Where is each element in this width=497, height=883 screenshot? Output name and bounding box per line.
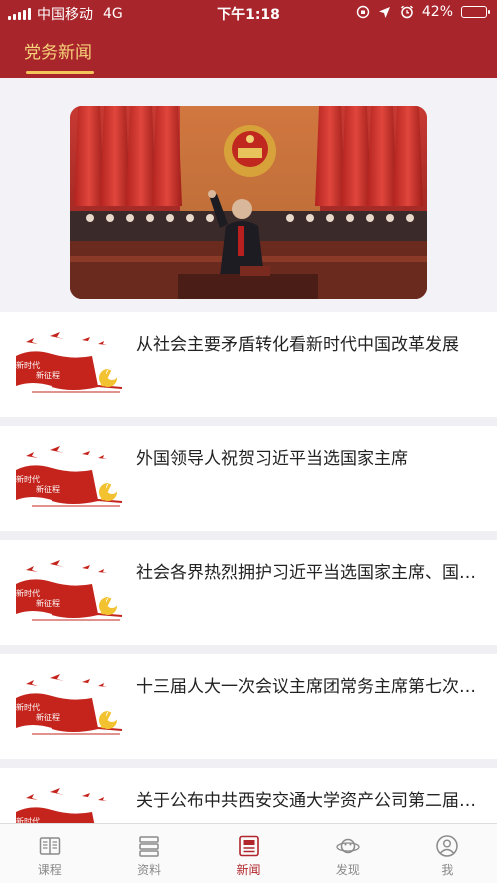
planet-icon <box>336 838 360 854</box>
user-icon <box>436 835 459 857</box>
thumb-line3: 新篇章 <box>58 608 82 618</box>
thumb-line3: 新篇章 <box>58 722 82 732</box>
tab-label: 课程 <box>37 863 62 877</box>
news-icon <box>238 835 259 857</box>
news-thumbnail: 新时代 新征程 新篇章 <box>12 444 124 512</box>
list-item[interactable]: 新时代 新征程 新篇章 十三届人大一次会议主席团常务主席第七次会议 <box>0 654 497 759</box>
tab-me[interactable]: 我 <box>398 824 497 883</box>
thumb-line3: 新篇章 <box>58 494 82 504</box>
news-title: 从社会主要矛盾转化看新时代中国改革发展 <box>136 335 459 355</box>
tab-materials[interactable]: 资料 <box>99 824 198 883</box>
thumb-line1: 新时代 <box>16 474 40 484</box>
banner-section <box>0 78 497 312</box>
thumb-line1: 新时代 <box>16 360 40 370</box>
tab-news[interactable]: 新闻 <box>199 824 298 883</box>
tab-label: 发现 <box>335 863 360 877</box>
tab-label: 新闻 <box>236 863 261 877</box>
orientation-lock-icon <box>356 5 370 19</box>
tab-party-news[interactable]: 党务新闻 <box>24 38 92 63</box>
battery-percent: 42% <box>421 4 453 20</box>
list-item[interactable]: 新时代 新征程 新篇章 从社会主要矛盾转化看新时代中国改革发展 <box>0 312 497 417</box>
stack-icon <box>139 836 159 857</box>
status-bar: 中国移动 4G 下午1:18 42% <box>0 0 497 26</box>
tab-label: 我 <box>441 863 454 877</box>
tab-courses[interactable]: 课程 <box>0 824 99 883</box>
news-thumbnail: 新时代 新征程 新篇章 <box>12 558 124 626</box>
book-icon <box>39 837 60 855</box>
thumb-line2: 新征程 <box>36 712 60 722</box>
news-thumbnail: 新时代 新征程 新篇章 <box>12 672 124 740</box>
bottom-tab-bar: 课程 资料 新闻 发现 我 <box>0 823 497 883</box>
news-title: 十三届人大一次会议主席团常务主席第七次会议 <box>136 677 486 697</box>
thumb-line2: 新征程 <box>36 598 60 608</box>
top-bar: 中国移动 4G 下午1:18 42% 党务新闻 <box>0 0 497 78</box>
thumb-line1: 新时代 <box>16 702 40 712</box>
active-tab-underline <box>26 71 94 74</box>
thumb-line3: 新篇章 <box>58 380 82 390</box>
alarm-icon <box>400 5 414 19</box>
news-title: 关于公布中共西安交通大学资产公司第二届委员会 <box>136 791 486 811</box>
thumb-line2: 新征程 <box>36 370 60 380</box>
list-item[interactable]: 新时代 新征程 新篇章 社会各界热烈拥护习近平当选国家主席、国家军委主席 <box>0 540 497 645</box>
battery-icon <box>461 6 490 18</box>
news-title: 外国领导人祝贺习近平当选国家主席 <box>136 449 408 469</box>
news-title: 社会各界热烈拥护习近平当选国家主席、国家军委主席 <box>136 563 486 583</box>
list-item[interactable]: 新时代 新征程 新篇章 外国领导人祝贺习近平当选国家主席 <box>0 426 497 531</box>
news-thumbnail: 新时代 新征程 新篇章 <box>12 330 124 398</box>
thumb-line1: 新时代 <box>16 588 40 598</box>
tab-label: 资料 <box>137 863 162 877</box>
banner-image[interactable] <box>70 106 427 299</box>
tab-discover[interactable]: 发现 <box>298 824 397 883</box>
thumb-line2: 新征程 <box>36 484 60 494</box>
location-icon <box>378 5 392 19</box>
